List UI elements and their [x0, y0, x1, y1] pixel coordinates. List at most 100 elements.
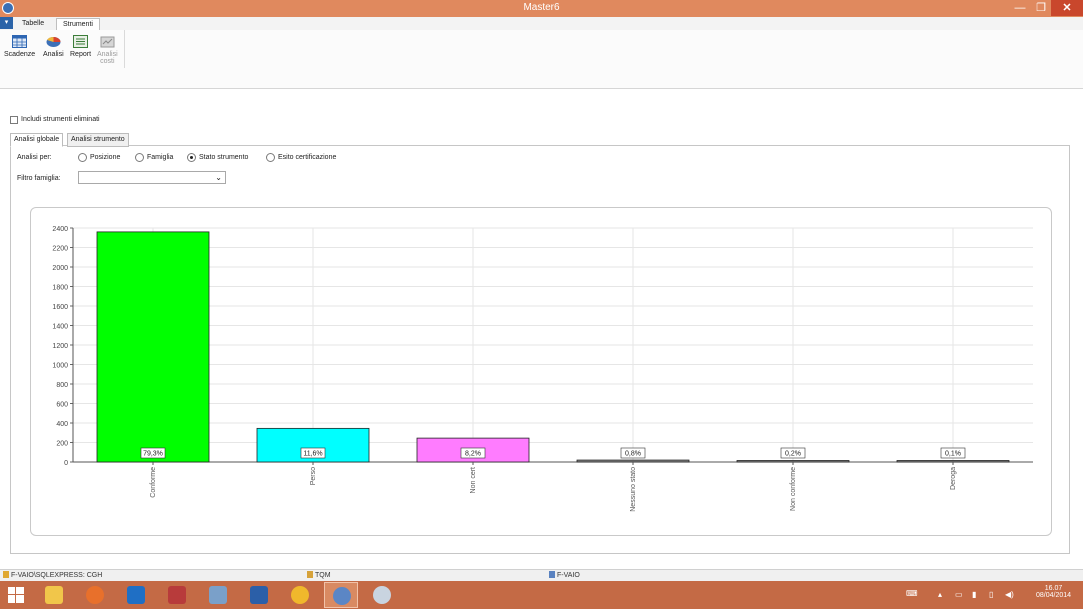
cost-analysis-icon: [100, 36, 115, 48]
db-icon: [307, 571, 313, 578]
show-hidden-icons-icon[interactable]: ▴: [938, 590, 942, 599]
windows-start-icon: [8, 587, 24, 603]
analisi-costi-label-line2: costi: [100, 58, 115, 65]
data-label: 0,1%: [945, 451, 961, 458]
analisi-costi-label: Analisi: [97, 51, 118, 58]
x-tick-label: Perso: [310, 467, 317, 485]
bar-chart: 0 200 400 600 800 1000 1200 1400 1600 1800 2000 220…: [52, 226, 1033, 512]
radio-posizione[interactable]: [78, 153, 87, 162]
x-tick-label: Non conforme: [790, 467, 797, 511]
database-icon: [3, 571, 9, 578]
data-label: 8,2%: [465, 451, 481, 458]
status-database-text: TQM: [315, 572, 331, 579]
status-machine: F-VAIO: [549, 571, 580, 579]
y-tick-label: 1000: [52, 363, 68, 370]
access-icon: [168, 586, 186, 604]
y-tick-label: 200: [56, 441, 68, 448]
x-tick-label: Nessuno stato: [630, 467, 637, 512]
ribbon-tab-strip: [0, 17, 1083, 31]
x-tick-label: Non cert: [470, 467, 477, 494]
data-label: 79,3%: [143, 451, 163, 458]
y-tick-label: 2400: [52, 226, 68, 233]
window-title: Master6: [523, 2, 560, 13]
calendar-grid-icon: [12, 35, 28, 48]
report-icon: [73, 35, 88, 48]
taskbar-calculator[interactable]: [201, 582, 235, 608]
taskbar-firefox[interactable]: [78, 582, 112, 608]
paint-icon: [291, 586, 309, 604]
clock-time: 16.07: [1044, 585, 1063, 592]
keyboard-icon[interactable]: ⌨: [906, 589, 918, 598]
analysis-by-label: Analisi per:: [17, 154, 52, 161]
y-tick-label: 1800: [52, 285, 68, 292]
network-icon[interactable]: ▮: [972, 590, 976, 599]
taskbar-photo-app[interactable]: [365, 582, 399, 608]
status-machine-text: F-VAIO: [557, 572, 580, 579]
bar-conforme: [96, 231, 210, 463]
x-tick-label: Deroga: [950, 467, 957, 490]
include-deleted-label: Includi strumenti eliminati: [21, 116, 100, 123]
word-icon: [250, 586, 268, 604]
radio-stato-strumento[interactable]: [187, 153, 196, 162]
y-tick-label: 0: [64, 460, 68, 467]
y-tick-label: 400: [56, 421, 68, 428]
taskbar-paint[interactable]: [283, 582, 317, 608]
close-button[interactable]: ✕: [1051, 0, 1083, 16]
include-deleted-checkbox[interactable]: [10, 116, 18, 124]
action-center-icon[interactable]: ▭: [955, 590, 963, 599]
y-tick-label: 1200: [52, 343, 68, 350]
clock-date: 08/04/2014: [1036, 592, 1072, 599]
analisi-button[interactable]: Analisi: [43, 35, 64, 58]
family-filter-select[interactable]: ⌄: [78, 171, 226, 184]
y-tick-label: 2000: [52, 265, 68, 272]
scadenze-button[interactable]: Scadenze: [4, 35, 35, 58]
report-button[interactable]: Report: [70, 35, 91, 58]
pie-chart-icon: [46, 36, 61, 47]
taskbar-master6[interactable]: [324, 582, 358, 608]
ribbon: [0, 30, 1083, 89]
report-label: Report: [70, 51, 92, 58]
tab-analisi-globale[interactable]: Analisi globale: [10, 133, 64, 147]
maximize-button[interactable]: ❐: [1030, 0, 1052, 16]
master6-app-icon: [333, 587, 351, 605]
taskbar-word[interactable]: [242, 582, 276, 608]
photo-app-icon: [373, 586, 391, 604]
status-server-text: F-VAIO\SQLEXPRESS: CGH: [11, 572, 103, 579]
minimize-button[interactable]: —: [1009, 0, 1031, 16]
app-menu-button[interactable]: ▾: [0, 17, 13, 29]
radio-esito-certificazione[interactable]: [266, 153, 275, 162]
battery-icon[interactable]: ▯: [989, 590, 993, 599]
chevron-down-icon: ⌄: [215, 173, 222, 182]
y-tick-label: 800: [56, 382, 68, 389]
taskbar-access[interactable]: [160, 582, 194, 608]
bar-nessuno-stato: [576, 459, 690, 463]
computer-icon: [549, 571, 555, 578]
analisi-costi-button[interactable]: Analisi costi: [97, 35, 118, 65]
x-tick-label: Conforme: [150, 467, 157, 498]
y-tick-label: 2200: [52, 246, 68, 253]
analisi-label: Analisi: [43, 51, 64, 58]
y-tick-label: 600: [56, 402, 68, 409]
radio-posizione-label: Posizione: [90, 154, 121, 161]
taskbar-explorer[interactable]: [37, 582, 71, 608]
family-filter-label: Filtro famiglia:: [17, 175, 61, 182]
firefox-icon: [86, 586, 104, 604]
clock[interactable]: 16.07 08/04/2014: [1036, 585, 1071, 599]
volume-icon[interactable]: ◀): [1005, 590, 1014, 599]
tab-tabelle[interactable]: Tabelle: [16, 18, 50, 30]
y-tick-label: 1600: [52, 304, 68, 311]
data-label: 0,8%: [625, 451, 641, 458]
taskbar-outlook[interactable]: [119, 582, 153, 608]
data-label: 0,2%: [785, 451, 801, 458]
radio-famiglia[interactable]: [135, 153, 144, 162]
file-explorer-icon: [45, 586, 63, 604]
y-tick-label: 1400: [52, 324, 68, 331]
tab-analisi-strumento[interactable]: Analisi strumento: [67, 133, 129, 147]
bar-deroga: [896, 460, 1010, 463]
status-server: F-VAIO\SQLEXPRESS: CGH: [3, 571, 102, 579]
bar-non-conforme: [736, 460, 850, 463]
radio-famiglia-label: Famiglia: [147, 154, 174, 161]
start-button[interactable]: [0, 582, 34, 608]
radio-stato-strumento-label: Stato strumento: [199, 154, 249, 161]
outlook-icon: [127, 586, 145, 604]
